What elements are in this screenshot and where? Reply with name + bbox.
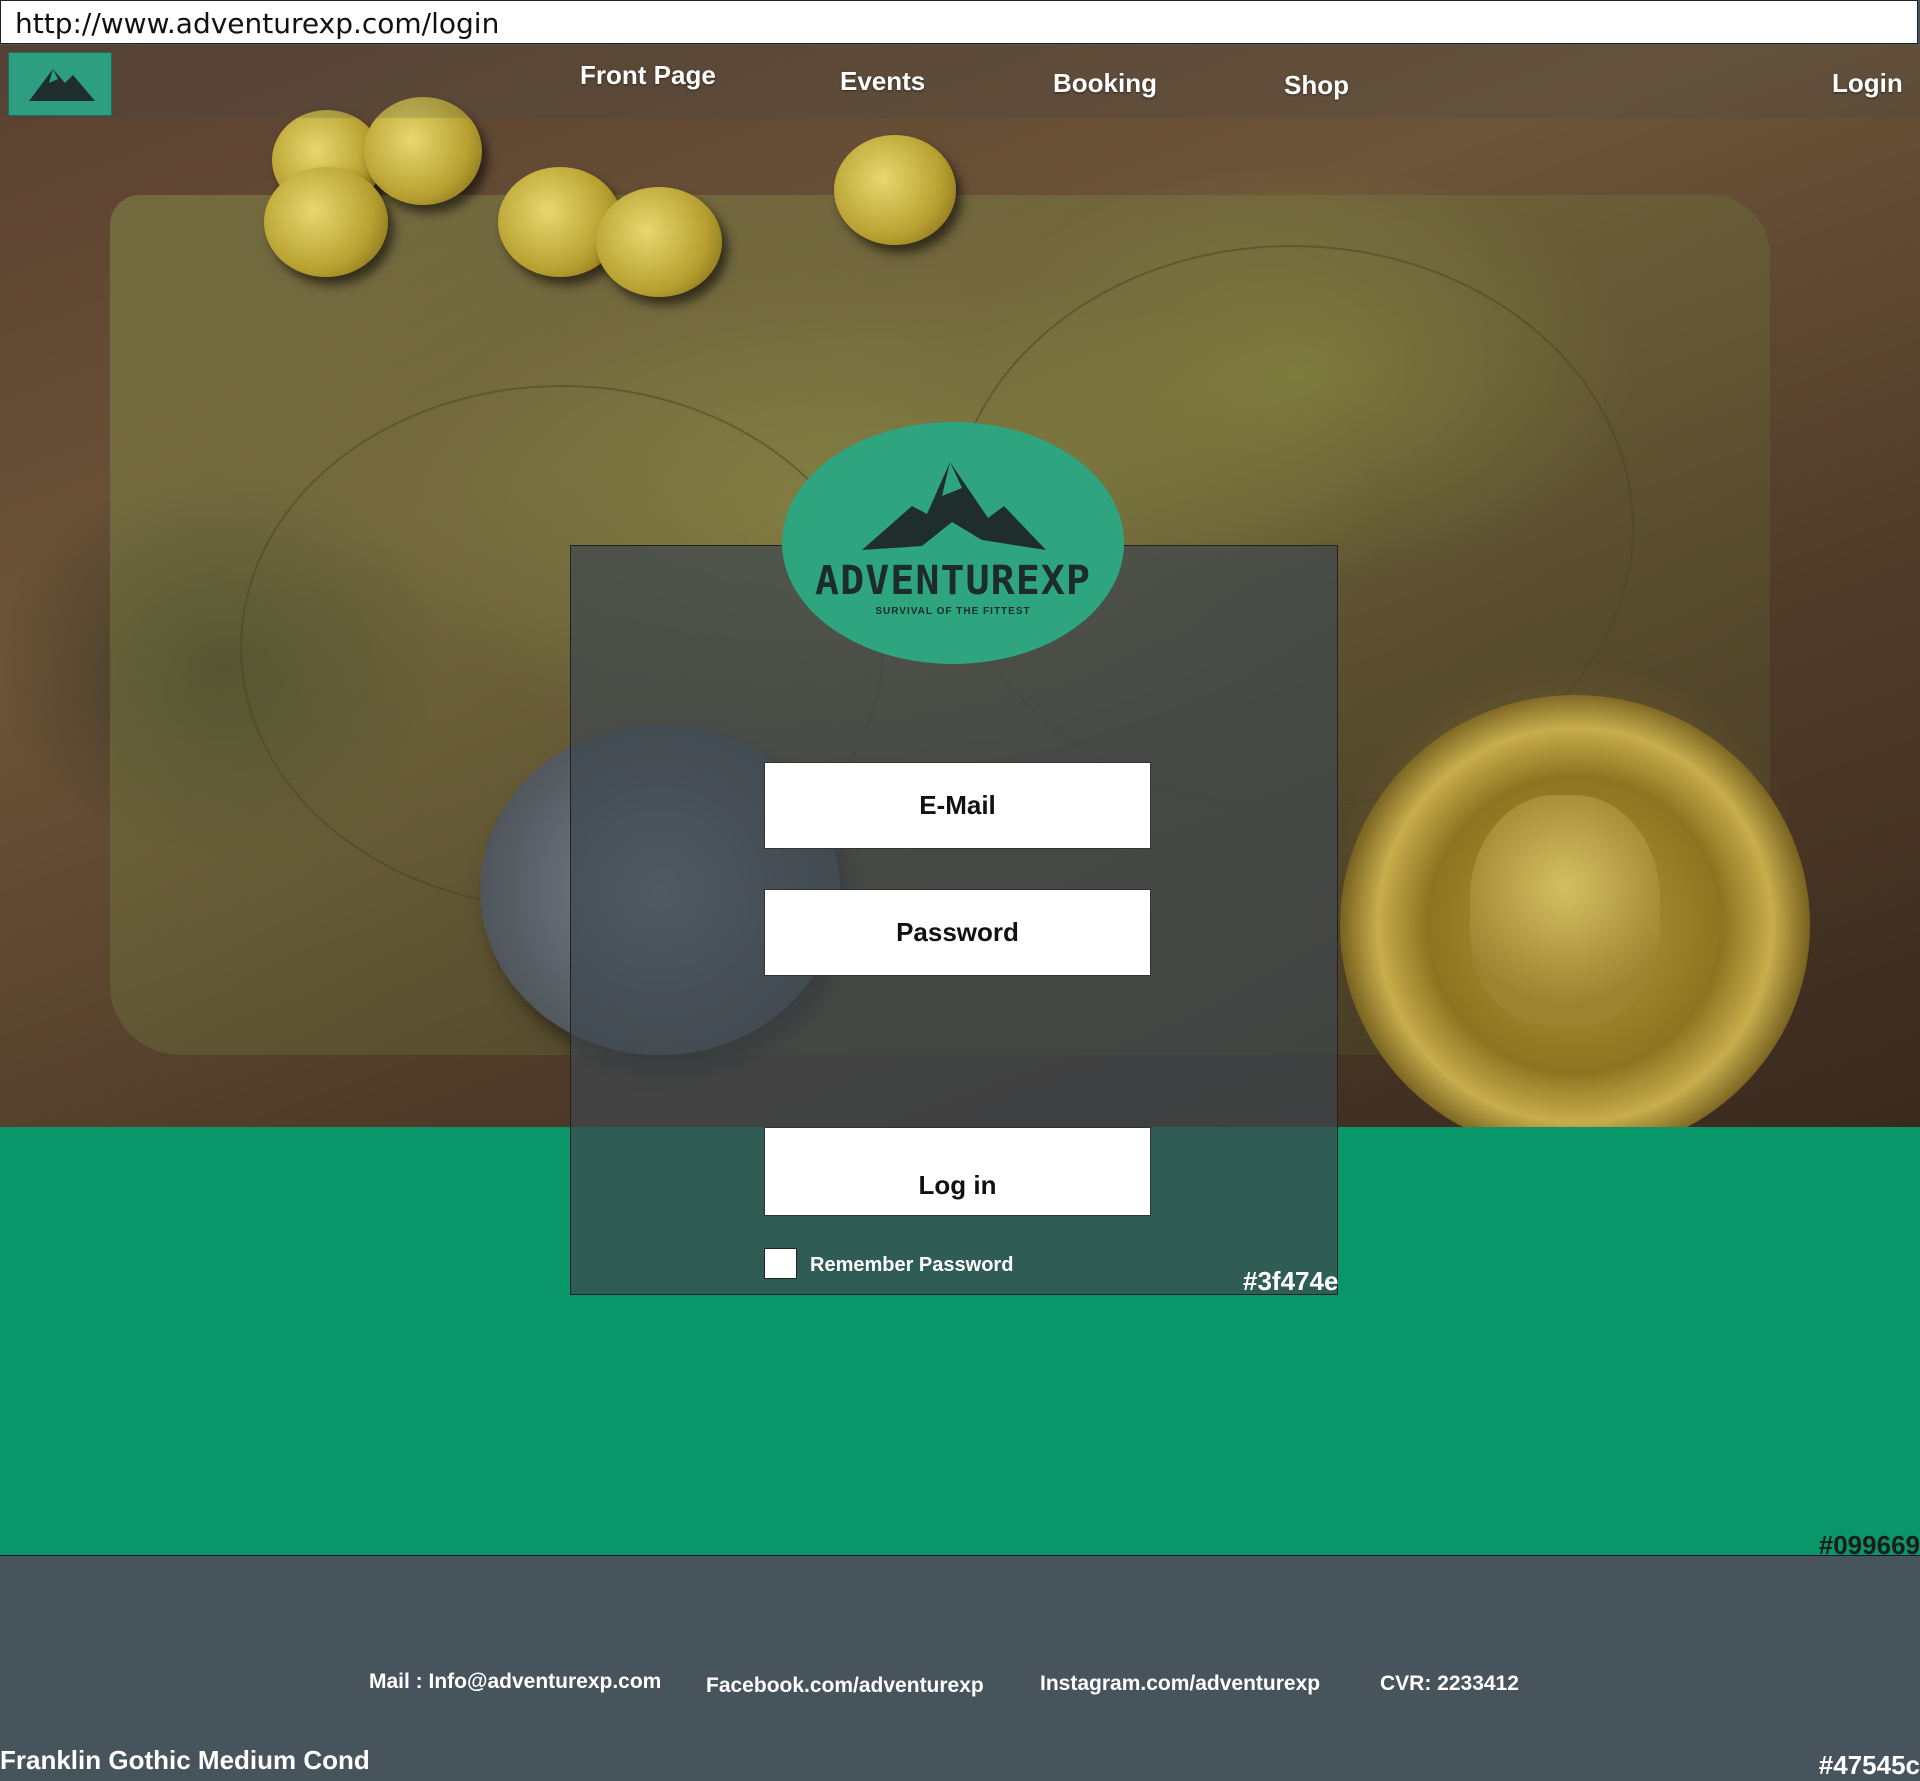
- mountain-icon: [862, 462, 1046, 550]
- footer: [0, 1556, 1920, 1775]
- login-button[interactable]: Log in: [764, 1127, 1151, 1216]
- coin-illustration: [834, 135, 956, 245]
- nav-login[interactable]: Login: [1832, 68, 1903, 99]
- remember-password-checkbox[interactable]: [764, 1248, 797, 1279]
- mountain-icon: [29, 69, 95, 101]
- brand-name: ADVENTUREXP: [815, 558, 1091, 604]
- nav-booking[interactable]: Booking: [1053, 68, 1157, 99]
- skull-illustration: [1470, 795, 1660, 1025]
- footer-color-note: #47545c: [1818, 1750, 1920, 1780]
- nav-events[interactable]: Events: [840, 66, 925, 97]
- font-note: Franklin Gothic Medium Cond: [0, 1745, 370, 1775]
- panel-color-note: #3f474e: [1243, 1266, 1339, 1296]
- brand-logo: [782, 422, 1124, 664]
- navbar: [0, 46, 1920, 118]
- nav-logo[interactable]: [8, 52, 112, 116]
- footer-mail[interactable]: Mail : Info@adventurexp.com: [369, 1670, 661, 1694]
- password-field[interactable]: [764, 889, 1151, 976]
- footer-cvr: CVR: 2233412: [1380, 1672, 1519, 1695]
- footer-instagram-link[interactable]: Instagram.com/adventurexp: [1040, 1672, 1320, 1696]
- coin-illustration: [596, 187, 722, 297]
- address-bar[interactable]: http://www.adventurexp.com/login: [0, 0, 1918, 44]
- nav-front-page[interactable]: Front Page: [580, 60, 716, 91]
- coin-illustration: [264, 167, 388, 277]
- footer-facebook-link[interactable]: Facebook.com/adventurexp: [706, 1674, 984, 1698]
- nav-shop[interactable]: Shop: [1284, 70, 1349, 101]
- url-text: http://www.adventurexp.com/login: [15, 7, 500, 40]
- email-field[interactable]: [764, 762, 1151, 849]
- remember-password-label: Remember Password: [810, 1254, 1014, 1276]
- brand-tagline: SURVIVAL OF THE FITTEST: [875, 606, 1031, 617]
